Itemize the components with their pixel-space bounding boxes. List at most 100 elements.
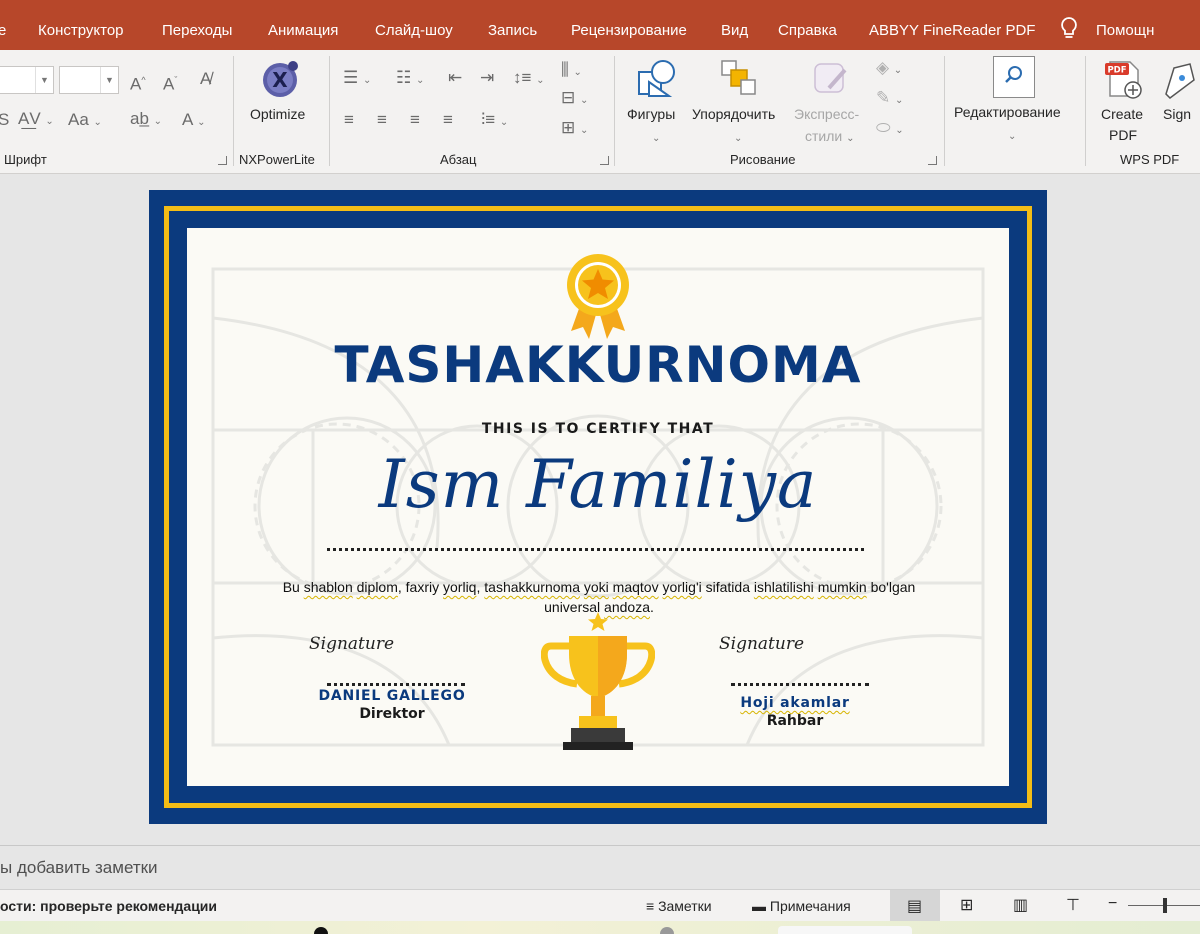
tab-slideshow[interactable]: Слайд-шоу: [375, 0, 453, 50]
lightbulb-icon[interactable]: [1058, 16, 1080, 42]
recipient-name[interactable]: Ism Familiya: [187, 446, 1009, 523]
bullets-icon[interactable]: ☰ ⌄: [343, 68, 371, 91]
shapes-button[interactable]: Фигуры: [627, 106, 675, 122]
tab-tell-me[interactable]: Помощн: [1096, 0, 1154, 50]
taskbar-strip: [0, 921, 1200, 934]
award-medal-icon: [567, 254, 629, 339]
shape-effects-icon[interactable]: ⬭ ⌄: [876, 118, 904, 141]
align-right-icon[interactable]: ≡: [410, 110, 420, 130]
dialog-launcher-icon[interactable]: [928, 156, 937, 165]
status-bar: ости: проверьте рекомендации ≡ Заметки ▬…: [0, 889, 1200, 921]
tab-abbyy[interactable]: ABBYY FineReader PDF: [869, 0, 1035, 50]
certificate-title[interactable]: TASHAKKURNOMA: [187, 336, 1009, 394]
increase-indent-icon[interactable]: ⇥: [480, 68, 494, 88]
tab-record[interactable]: Запись: [488, 0, 537, 50]
tab-design[interactable]: Конструктор: [38, 0, 124, 50]
zoom-slider-thumb[interactable]: [1163, 898, 1167, 913]
chevron-down-icon[interactable]: ▼: [100, 67, 118, 93]
shape-outline-icon[interactable]: ✎ ⌄: [876, 88, 903, 111]
accessibility-status[interactable]: ости: проверьте рекомендации: [0, 898, 217, 914]
notes-pane[interactable]: ы добавить заметки: [0, 845, 1200, 889]
change-case-icon[interactable]: Aa ⌄: [68, 110, 102, 133]
arrange-icon[interactable]: [719, 58, 759, 98]
font-color-icon[interactable]: A ⌄: [182, 110, 206, 133]
optimize-button[interactable]: Optimize: [250, 106, 305, 122]
shrink-font-icon[interactable]: Aˇ: [163, 70, 177, 95]
tab-transitions[interactable]: Переходы: [162, 0, 232, 50]
decrease-indent-icon[interactable]: ⇤: [448, 68, 462, 88]
trophy-icon: [541, 612, 655, 750]
comments-button[interactable]: ▬ Примечания: [752, 898, 851, 914]
spellcheck-word: yorlig'i: [662, 579, 702, 595]
dialog-launcher-icon[interactable]: [218, 156, 227, 165]
text-direction-icon[interactable]: ⫼ ⌄: [561, 60, 582, 83]
line-spacing-icon[interactable]: ↕≡ ⌄: [513, 68, 545, 91]
zoom-out-button[interactable]: −: [1108, 895, 1117, 913]
right-signer-role[interactable]: Rahbar: [705, 713, 885, 729]
grow-font-icon[interactable]: A^: [130, 70, 146, 95]
quick-styles-label-2: стили ⌄: [805, 128, 855, 144]
ribbon: ▼ ▼ A^ Aˇ A̸ S A͟V ⌄ Aa ⌄ ab̲ ⌄ A ⌄ Шриф…: [0, 50, 1200, 174]
right-signer-name[interactable]: Hoji akamlar: [705, 695, 885, 711]
left-signature-script[interactable]: Signature: [309, 634, 394, 654]
tab-animations[interactable]: Анимация: [268, 0, 338, 50]
spellcheck-word: yorliq: [443, 579, 477, 595]
divider: [614, 56, 615, 166]
notes-button[interactable]: ≡ Заметки: [646, 898, 712, 914]
align-left-icon[interactable]: ≡: [344, 110, 354, 130]
arrange-button[interactable]: Упорядочить: [692, 106, 775, 122]
tab-help[interactable]: Справка: [778, 0, 837, 50]
certificate-description[interactable]: Bu shablon diplom, faxriy yorliq, tashak…: [279, 577, 919, 617]
tab-view[interactable]: Вид: [721, 0, 748, 50]
font-name-combo[interactable]: ▼: [0, 66, 54, 94]
shape-fill-icon[interactable]: ◈ ⌄: [876, 58, 902, 81]
slide-sorter-icon[interactable]: ⊞: [960, 895, 973, 915]
create-pdf-button[interactable]: Create: [1101, 106, 1143, 122]
columns-icon[interactable]: ⫶≡ ⌄: [481, 110, 508, 133]
create-pdf-icon[interactable]: PDF: [1102, 58, 1146, 102]
align-center-icon[interactable]: ≡: [377, 110, 387, 130]
divider: [329, 56, 330, 166]
nxpowerlite-optimize-icon[interactable]: X: [260, 58, 302, 100]
character-spacing-icon[interactable]: A͟V ⌄: [18, 109, 54, 132]
comment-icon: ▬: [752, 898, 766, 914]
sign-pen-icon[interactable]: [1160, 58, 1200, 102]
spellcheck-word: tashakkurnoma: [484, 579, 580, 595]
create-pdf-button-2[interactable]: PDF: [1109, 127, 1137, 143]
magnifier-icon: [1005, 66, 1022, 83]
ribbon-tab-bar: е Конструктор Переходы Анимация Слайд-шо…: [0, 0, 1200, 50]
tab-file[interactable]: е: [0, 0, 6, 50]
left-signer-role[interactable]: Direktor: [297, 706, 487, 722]
body-text: Bu: [282, 579, 304, 595]
sign-button[interactable]: Sign: [1163, 106, 1191, 122]
left-signer-name[interactable]: DANIEL GALLEGO: [297, 688, 487, 704]
tab-review[interactable]: Рецензирование: [571, 0, 687, 50]
align-text-icon[interactable]: ⊟ ⌄: [561, 88, 588, 111]
chevron-down-icon[interactable]: ⌄: [652, 126, 660, 149]
smartart-icon[interactable]: ⊞ ⌄: [561, 118, 588, 141]
normal-view-button[interactable]: ▤: [890, 890, 940, 921]
shapes-icon[interactable]: [635, 58, 679, 102]
chevron-down-icon[interactable]: ⌄: [734, 126, 742, 149]
right-signature-script[interactable]: Signature: [719, 634, 804, 654]
chevron-down-icon[interactable]: ▼: [35, 67, 53, 93]
notes-placeholder[interactable]: ы добавить заметки: [0, 858, 158, 878]
normal-view-icon: ▤: [907, 898, 923, 915]
clear-formatting-icon[interactable]: A̸: [200, 69, 211, 89]
reading-view-icon[interactable]: ▥: [1013, 895, 1028, 915]
shadow-icon[interactable]: S: [0, 110, 9, 130]
certificate-subtitle[interactable]: THIS IS TO CERTIFY THAT: [187, 421, 1009, 437]
slideshow-icon[interactable]: ⊤: [1066, 895, 1080, 915]
chevron-down-icon[interactable]: ⌄: [1008, 124, 1016, 147]
editing-icon[interactable]: [993, 56, 1035, 98]
taskbar-search-box[interactable]: [778, 926, 912, 934]
font-size-combo[interactable]: ▼: [59, 66, 119, 94]
taskbar-icon[interactable]: [660, 927, 674, 934]
highlight-icon[interactable]: ab̲ ⌄: [130, 109, 162, 132]
numbering-icon[interactable]: ☷ ⌄: [396, 68, 424, 91]
slide-canvas[interactable]: TASHAKKURNOMA THIS IS TO CERTIFY THAT Is…: [149, 190, 1047, 824]
editing-button[interactable]: Редактирование: [954, 104, 1061, 120]
justify-icon[interactable]: ≡: [443, 110, 453, 130]
dialog-launcher-icon[interactable]: [600, 156, 609, 165]
taskbar-icon[interactable]: [314, 927, 328, 934]
